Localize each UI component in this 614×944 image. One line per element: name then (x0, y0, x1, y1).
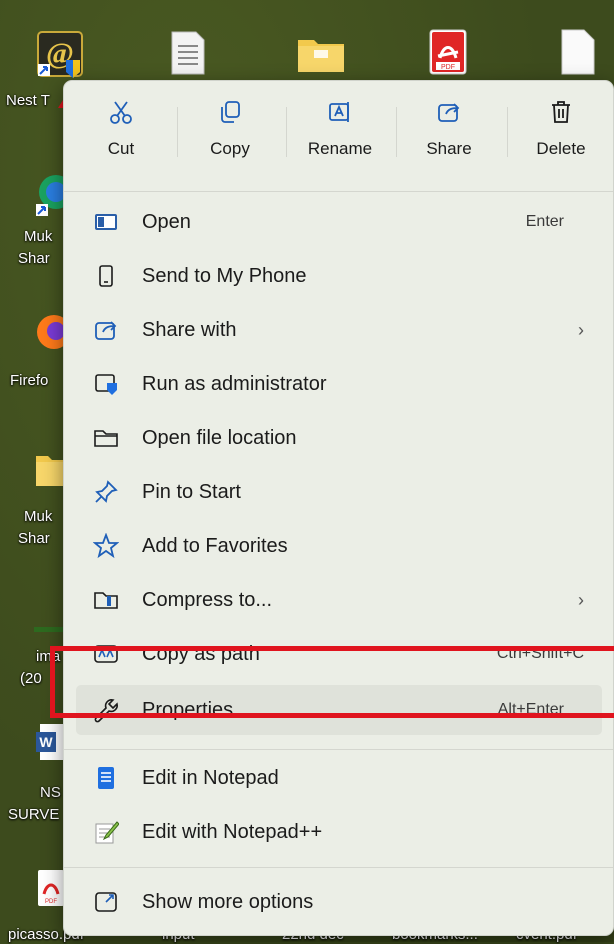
svg-text:W: W (39, 734, 53, 750)
menu-item-label: Pin to Start (142, 480, 241, 503)
desktop-icon-label: Shar (18, 530, 50, 547)
star-icon (92, 532, 120, 560)
rename-button[interactable]: Rename (295, 99, 385, 179)
phone-icon (92, 262, 120, 290)
menu-divider (64, 749, 613, 750)
share-button[interactable]: Share (404, 99, 494, 179)
menu-item-pin-to-start[interactable]: Pin to Start (76, 467, 602, 517)
nest-app-icon[interactable]: @ (34, 30, 86, 80)
pin-icon (92, 478, 120, 506)
menu-item-label: Edit in Notepad (142, 766, 279, 789)
menu-item-share-with[interactable]: Share with › (76, 305, 602, 355)
toolbar-divider (286, 107, 287, 157)
word-doc-icon[interactable]: W (34, 722, 66, 767)
svg-text:PDF: PDF (441, 64, 455, 71)
more-options-icon (92, 888, 120, 916)
notepadpp-icon (92, 818, 120, 846)
menu-item-show-more-options[interactable]: Show more options (76, 877, 602, 927)
rename-icon (329, 102, 349, 122)
toolbar-divider (507, 107, 508, 157)
menu-item-send-to-phone[interactable]: Send to My Phone (76, 251, 602, 301)
menu-item-shortcut: Enter (525, 213, 564, 230)
menu-item-open[interactable]: Open Enter (76, 197, 602, 247)
menu-divider (64, 867, 613, 868)
menu-item-run-as-admin[interactable]: Run as administrator (76, 359, 602, 409)
cut-button[interactable]: Cut (76, 99, 166, 179)
copy-label: Copy (210, 139, 250, 158)
image-file-icon[interactable] (34, 620, 64, 638)
menu-item-label: Send to My Phone (142, 264, 307, 287)
chevron-right-icon: › (578, 319, 584, 340)
trash-icon (552, 101, 570, 123)
copy-button[interactable]: Copy (185, 99, 275, 179)
desktop-icon-label: Shar (18, 250, 50, 267)
desktop-icon-label: (20 (20, 670, 42, 687)
scissors-icon (110, 101, 132, 124)
menu-item-edit-with-notepadpp[interactable]: Edit with Notepad++ (76, 807, 602, 857)
menu-item-edit-in-notepad[interactable]: Edit in Notepad (76, 753, 602, 803)
desktop-icon-label: NS (40, 784, 61, 801)
menu-item-label: Open file location (142, 426, 297, 449)
zip-folder-icon (92, 586, 120, 614)
share-icon (438, 103, 460, 122)
context-menu-toolbar: Cut Copy Rename Share Delete (64, 81, 613, 185)
text-file-icon[interactable] (170, 30, 206, 81)
desktop-icon-label: Nest T (6, 92, 50, 109)
rename-label: Rename (307, 139, 373, 158)
shield-window-icon (92, 370, 120, 398)
delete-button[interactable]: Delete (516, 99, 606, 179)
menu-item-open-file-location[interactable]: Open file location (76, 413, 602, 463)
menu-item-label: Edit with Notepad++ (142, 820, 323, 843)
desktop-icon-label: SURVE (8, 806, 60, 823)
menu-item-label: Run as administrator (142, 372, 327, 395)
chevron-right-icon: › (578, 589, 584, 610)
svg-text:PDF: PDF (45, 899, 57, 905)
copy-icon (221, 101, 240, 123)
blank-file-icon[interactable] (560, 28, 596, 81)
menu-item-label: Open (142, 210, 191, 233)
share-label: Share (426, 139, 472, 158)
share-icon (92, 316, 120, 344)
open-app-icon (92, 208, 120, 236)
desktop-icon-label: Muk (24, 228, 53, 245)
pdf-file-icon[interactable]: PDF (428, 28, 468, 81)
desktop-icon-label: Firefo (10, 372, 49, 389)
desktop-icon-label: Muk (24, 508, 53, 525)
toolbar-divider (177, 107, 178, 157)
menu-item-label: Share with (142, 318, 237, 341)
context-menu: Cut Copy Rename Share Delete Open Enter … (63, 80, 614, 936)
folder-icon (92, 424, 120, 452)
notepad-icon (92, 764, 120, 792)
menu-item-compress-to[interactable]: Compress to... › (76, 575, 602, 625)
red-highlight-annotation (50, 646, 614, 718)
menu-item-label: Compress to... (142, 588, 273, 611)
folder-icon[interactable] (296, 34, 346, 79)
menu-item-add-to-favorites[interactable]: Add to Favorites (76, 521, 602, 571)
delete-label: Delete (536, 139, 586, 158)
menu-item-label: Show more options (142, 890, 314, 913)
menu-item-label: Add to Favorites (142, 534, 288, 557)
toolbar-divider (396, 107, 397, 157)
menu-divider (64, 191, 613, 192)
cut-label: Cut (107, 139, 135, 158)
pdf-file-icon[interactable]: PDF (36, 868, 66, 913)
